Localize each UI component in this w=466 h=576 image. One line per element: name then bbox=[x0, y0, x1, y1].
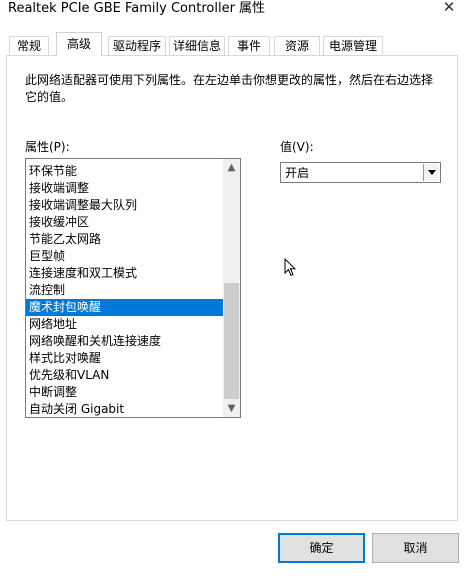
list-item[interactable]: 巨型帧 bbox=[26, 248, 224, 265]
cancel-button[interactable]: 取消 bbox=[372, 533, 459, 563]
list-item[interactable]: 优先级和VLAN bbox=[26, 367, 224, 384]
list-item[interactable]: 环保节能 bbox=[26, 163, 224, 180]
list-item[interactable]: 网络地址 bbox=[26, 316, 224, 333]
scrollbar-thumb[interactable] bbox=[224, 283, 239, 399]
list-item[interactable]: 网络唤醒和关机连接速度 bbox=[26, 333, 224, 350]
chevron-down-icon[interactable]: ▼ bbox=[223, 400, 240, 417]
description-text: 此网络适配器可使用下列属性。在左边单击你想更改的属性，然后在右边选择它的值。 bbox=[25, 73, 434, 104]
list-item-selected[interactable]: 魔术封包唤醒 bbox=[26, 299, 224, 316]
tab-events[interactable]: 事件 bbox=[228, 36, 270, 56]
dropdown-arrow-icon[interactable] bbox=[423, 164, 439, 181]
chevron-up-icon[interactable]: ▲ bbox=[223, 159, 240, 176]
tab-details[interactable]: 详细信息 bbox=[169, 36, 225, 56]
tab-power-management[interactable]: 电源管理 bbox=[323, 36, 383, 56]
value-label: 值(V): bbox=[280, 140, 314, 154]
list-item[interactable]: 流控制 bbox=[26, 282, 224, 299]
title-bar: Realtek PCIe GBE Family Controller 属性 ✕ bbox=[0, 0, 466, 22]
list-item[interactable]: 节能乙太网路 bbox=[26, 231, 224, 248]
list-item[interactable]: 接收端调整 bbox=[26, 180, 224, 197]
tab-general[interactable]: 常规 bbox=[9, 36, 49, 56]
property-listbox[interactable]: 环保节能 接收端调整 接收端调整最大队列 接收缓冲区 节能乙太网路 巨型帧 连接… bbox=[25, 158, 241, 418]
list-item[interactable]: 自动关闭 Gigabit bbox=[26, 401, 224, 417]
list-item[interactable]: 中断调整 bbox=[26, 384, 224, 401]
tab-resources[interactable]: 资源 bbox=[274, 36, 320, 56]
vertical-scrollbar[interactable]: ▲ ▼ bbox=[223, 159, 240, 417]
mouse-cursor-icon bbox=[284, 258, 296, 277]
property-list: 环保节能 接收端调整 接收端调整最大队列 接收缓冲区 节能乙太网路 巨型帧 连接… bbox=[26, 163, 224, 417]
value-dropdown-selected: 开启 bbox=[285, 166, 310, 180]
close-icon[interactable]: ✕ bbox=[438, 0, 460, 18]
tab-advanced[interactable]: 高级 bbox=[56, 32, 102, 56]
property-label: 属性(P): bbox=[25, 140, 70, 154]
list-item[interactable]: 接收端调整最大队列 bbox=[26, 197, 224, 214]
tab-strip: 常规 高级 驱动程序 详细信息 事件 资源 电源管理 bbox=[0, 32, 466, 56]
ok-button[interactable]: 确定 bbox=[278, 533, 365, 563]
window-title: Realtek PCIe GBE Family Controller 属性 bbox=[8, 1, 266, 16]
value-dropdown[interactable]: 开启 bbox=[280, 162, 441, 183]
list-item[interactable]: 接收缓冲区 bbox=[26, 214, 224, 231]
list-item[interactable]: 连接速度和双工模式 bbox=[26, 265, 224, 282]
tab-driver[interactable]: 驱动程序 bbox=[108, 36, 166, 56]
list-item[interactable]: 样式比对唤醒 bbox=[26, 350, 224, 367]
